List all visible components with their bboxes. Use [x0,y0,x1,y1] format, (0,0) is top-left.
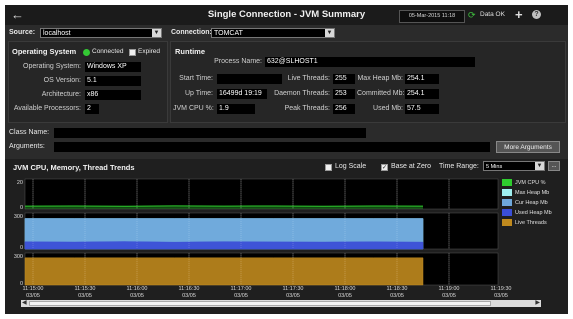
peak-threads-value: 256 [333,104,355,114]
connected-indicator-icon [83,49,90,56]
source-value: localhost [43,30,71,37]
legend-item: Max Heap Mb [502,189,562,199]
os-version-value: 5.1 [85,76,141,86]
available-processors-value: 2 [85,104,99,114]
runtime-panel: Runtime Process Name: 632@SLHOST1 Start … [170,41,566,123]
max-heap-label: Max Heap Mb: [357,75,403,82]
legend-swatch [502,199,512,206]
up-time-label: Up Time: [184,90,213,97]
live-threads-value: 255 [333,74,355,84]
available-processors-label: Available Processors: [13,105,81,112]
connection-value: TOMCAT [214,30,243,37]
committed-value: 254.1 [405,89,439,99]
operating-system-value: Windows XP [85,62,141,72]
arguments-label: Arguments: [9,143,45,150]
scroll-left-icon[interactable]: ◀ [22,299,27,306]
chevron-down-icon: ▼ [152,29,161,37]
source-select[interactable]: localhost ▼ [40,28,162,38]
peak-threads-label: Peak Threads: [284,105,330,112]
class-name-label: Class Name: [9,129,50,136]
os-panel-title: Operating System [12,47,77,56]
expired-checkbox[interactable] [129,49,136,56]
class-name-value [54,128,366,138]
chart-scrollbar[interactable]: ◀ ▶ [21,300,541,307]
time-range-value: 5 Mins [486,164,503,170]
legend-label: Live Threads [515,220,547,226]
runtime-panel-title: Runtime [175,47,205,56]
legend-label: Cur Heap Mb [515,200,548,206]
process-name-label: Process Name: [214,58,262,65]
chevron-down-icon: ▼ [535,162,544,170]
used-label: Used Mb: [373,105,403,112]
add-icon[interactable]: + [515,7,523,22]
trends-title: JVM CPU, Memory, Thread Trends [13,163,135,172]
daemon-threads-label: Daemon Threads: [274,90,330,97]
jvm-cpu-value: 1.9 [217,104,255,114]
architecture-value: x86 [85,90,141,100]
data-ok-icon: ⟳ [468,10,476,20]
log-scale-label: Log Scale [335,163,367,170]
time-range-label: Time Range: [439,163,479,170]
live-threads-label: Live Threads: [287,75,330,82]
up-time-value: 16499d 19:19 [217,89,267,99]
legend-swatch [502,179,512,186]
trend-options-button[interactable]: ... [548,161,560,171]
start-time-value [217,74,282,84]
legend-swatch [502,219,512,226]
jvm-cpu-label: JVM CPU %: [173,105,214,112]
architecture-label: Architecture: [41,91,81,98]
daemon-threads-value: 253 [333,89,355,99]
chart-legend: JVM CPU % Max Heap Mb Cur Heap Mb Used Heap… [502,179,562,229]
used-value: 57.5 [405,104,439,114]
process-name-value: 632@SLHOST1 [265,57,475,67]
expired-label: Expired [138,48,161,55]
connected-label: Connected [92,48,124,55]
legend-item: Cur Heap Mb [502,199,562,209]
base-at-zero-checkbox[interactable]: ✓ [381,164,388,171]
help-icon[interactable]: ? [532,10,541,19]
scroll-thumb[interactable] [29,301,491,306]
datetime-display: 05-Mar-2015 11:18 [399,10,465,23]
arguments-value [54,142,490,152]
title-bar: ← Single Connection - JVM Summary 05-Mar… [5,5,568,25]
legend-swatch [502,209,512,216]
os-version-label: OS Version: [43,77,81,84]
chevron-down-icon: ▼ [325,29,334,37]
source-label: Source: [9,29,36,36]
time-range-select[interactable]: 5 Mins ▼ [483,161,545,171]
log-scale-checkbox[interactable] [325,164,332,171]
connection-select[interactable]: TOMCAT ▼ [211,28,335,38]
legend-item: JVM CPU % [502,179,562,189]
legend-label: Used Heap Mb [515,210,552,216]
legend-item: Used Heap Mb [502,209,562,219]
data-status-label: Data OK [480,11,505,18]
connection-label: Connection: [171,29,212,36]
max-heap-value: 254.1 [405,74,439,84]
jvm-summary-window: ← Single Connection - JVM Summary 05-Mar… [5,5,568,314]
committed-label: Committed Mb: [357,90,405,97]
more-arguments-button[interactable]: More Arguments [496,141,560,153]
base-at-zero-label: Base at Zero [391,163,432,170]
legend-label: Max Heap Mb [515,190,550,196]
start-time-label: Start Time: [179,75,213,82]
operating-system-panel: Operating System Connected Expired Opera… [8,41,168,123]
scroll-right-icon[interactable]: ▶ [535,299,540,306]
trends-panel: JVM CPU, Memory, Thread Trends Log Scale… [5,159,568,314]
legend-item: Live Threads [502,219,562,229]
legend-swatch [502,189,512,196]
legend-label: JVM CPU % [515,180,546,186]
operating-system-label: Operating System: [23,63,81,70]
